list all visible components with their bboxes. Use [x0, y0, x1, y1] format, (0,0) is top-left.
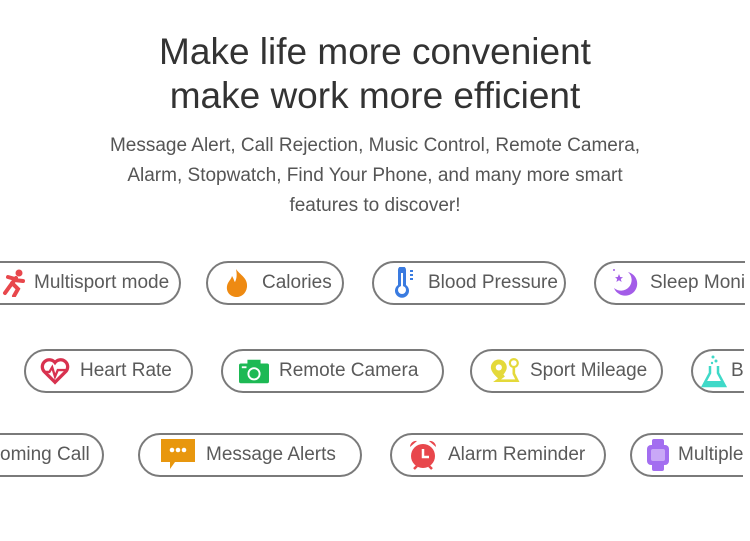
feature-label: Multiple [678, 444, 744, 465]
feature-label: Blood Pressure [428, 272, 558, 293]
subtitle-line-2: Alarm, Stopwatch, Find Your Phone, and m… [127, 165, 623, 186]
feature-label: Calories [262, 272, 332, 293]
smartwatch-icon [646, 439, 670, 471]
feature-sport-mileage: Sport Mileage [470, 349, 663, 393]
feature-blood-pressure: Blood Pressure [372, 261, 566, 305]
feature-alarm-reminder: Alarm Reminder [390, 433, 606, 477]
subtitle-line-1: Message Alert, Call Rejection, Music Con… [109, 135, 641, 156]
subtitle: Message Alert, Call Rejection, Music Con… [60, 131, 690, 221]
feature-label: Alarm Reminder [448, 444, 586, 465]
running-person-icon [2, 268, 28, 298]
feature-calories: Calories [206, 261, 344, 305]
alarm-clock-icon [408, 440, 438, 470]
feature-label: Heart Rate [80, 360, 172, 381]
feature-label: Sport Mileage [530, 360, 648, 381]
feature-heart-rate: Heart Rate [24, 349, 193, 393]
headline-line-2: make work more efficient [169, 75, 581, 116]
feature-incoming-call: oming Call [0, 433, 104, 477]
headline: Make life more convenient make work more… [0, 30, 750, 118]
heart-pulse-icon [40, 356, 70, 386]
feature-multisport: Multisport mode [0, 261, 182, 305]
feature-label: B [731, 360, 744, 381]
feature-label: Multisport mode [34, 272, 170, 293]
subtitle-line-3: features to discover! [289, 195, 461, 216]
feature-multiple: Multiple [630, 433, 744, 477]
camera-icon [239, 356, 269, 386]
feature-sleep-monitoring: Sleep Moni [594, 261, 746, 305]
feature-label: Message Alerts [206, 444, 336, 465]
feature-message-alerts: Message Alerts [138, 433, 362, 477]
flask-icon [701, 355, 727, 388]
message-bubble-icon [160, 439, 196, 470]
feature-label: oming Call [0, 444, 90, 465]
flame-icon [222, 268, 252, 298]
feature-remote-camera: Remote Camera [221, 349, 444, 393]
headline-line-1: Make life more convenient [159, 31, 591, 72]
thermometer-icon [388, 267, 418, 298]
feature-flask: B [691, 349, 744, 393]
moon-star-icon [610, 268, 640, 298]
feature-label: Sleep Moni [650, 272, 746, 293]
map-pin-icon [490, 356, 520, 386]
feature-label: Remote Camera [279, 360, 419, 381]
